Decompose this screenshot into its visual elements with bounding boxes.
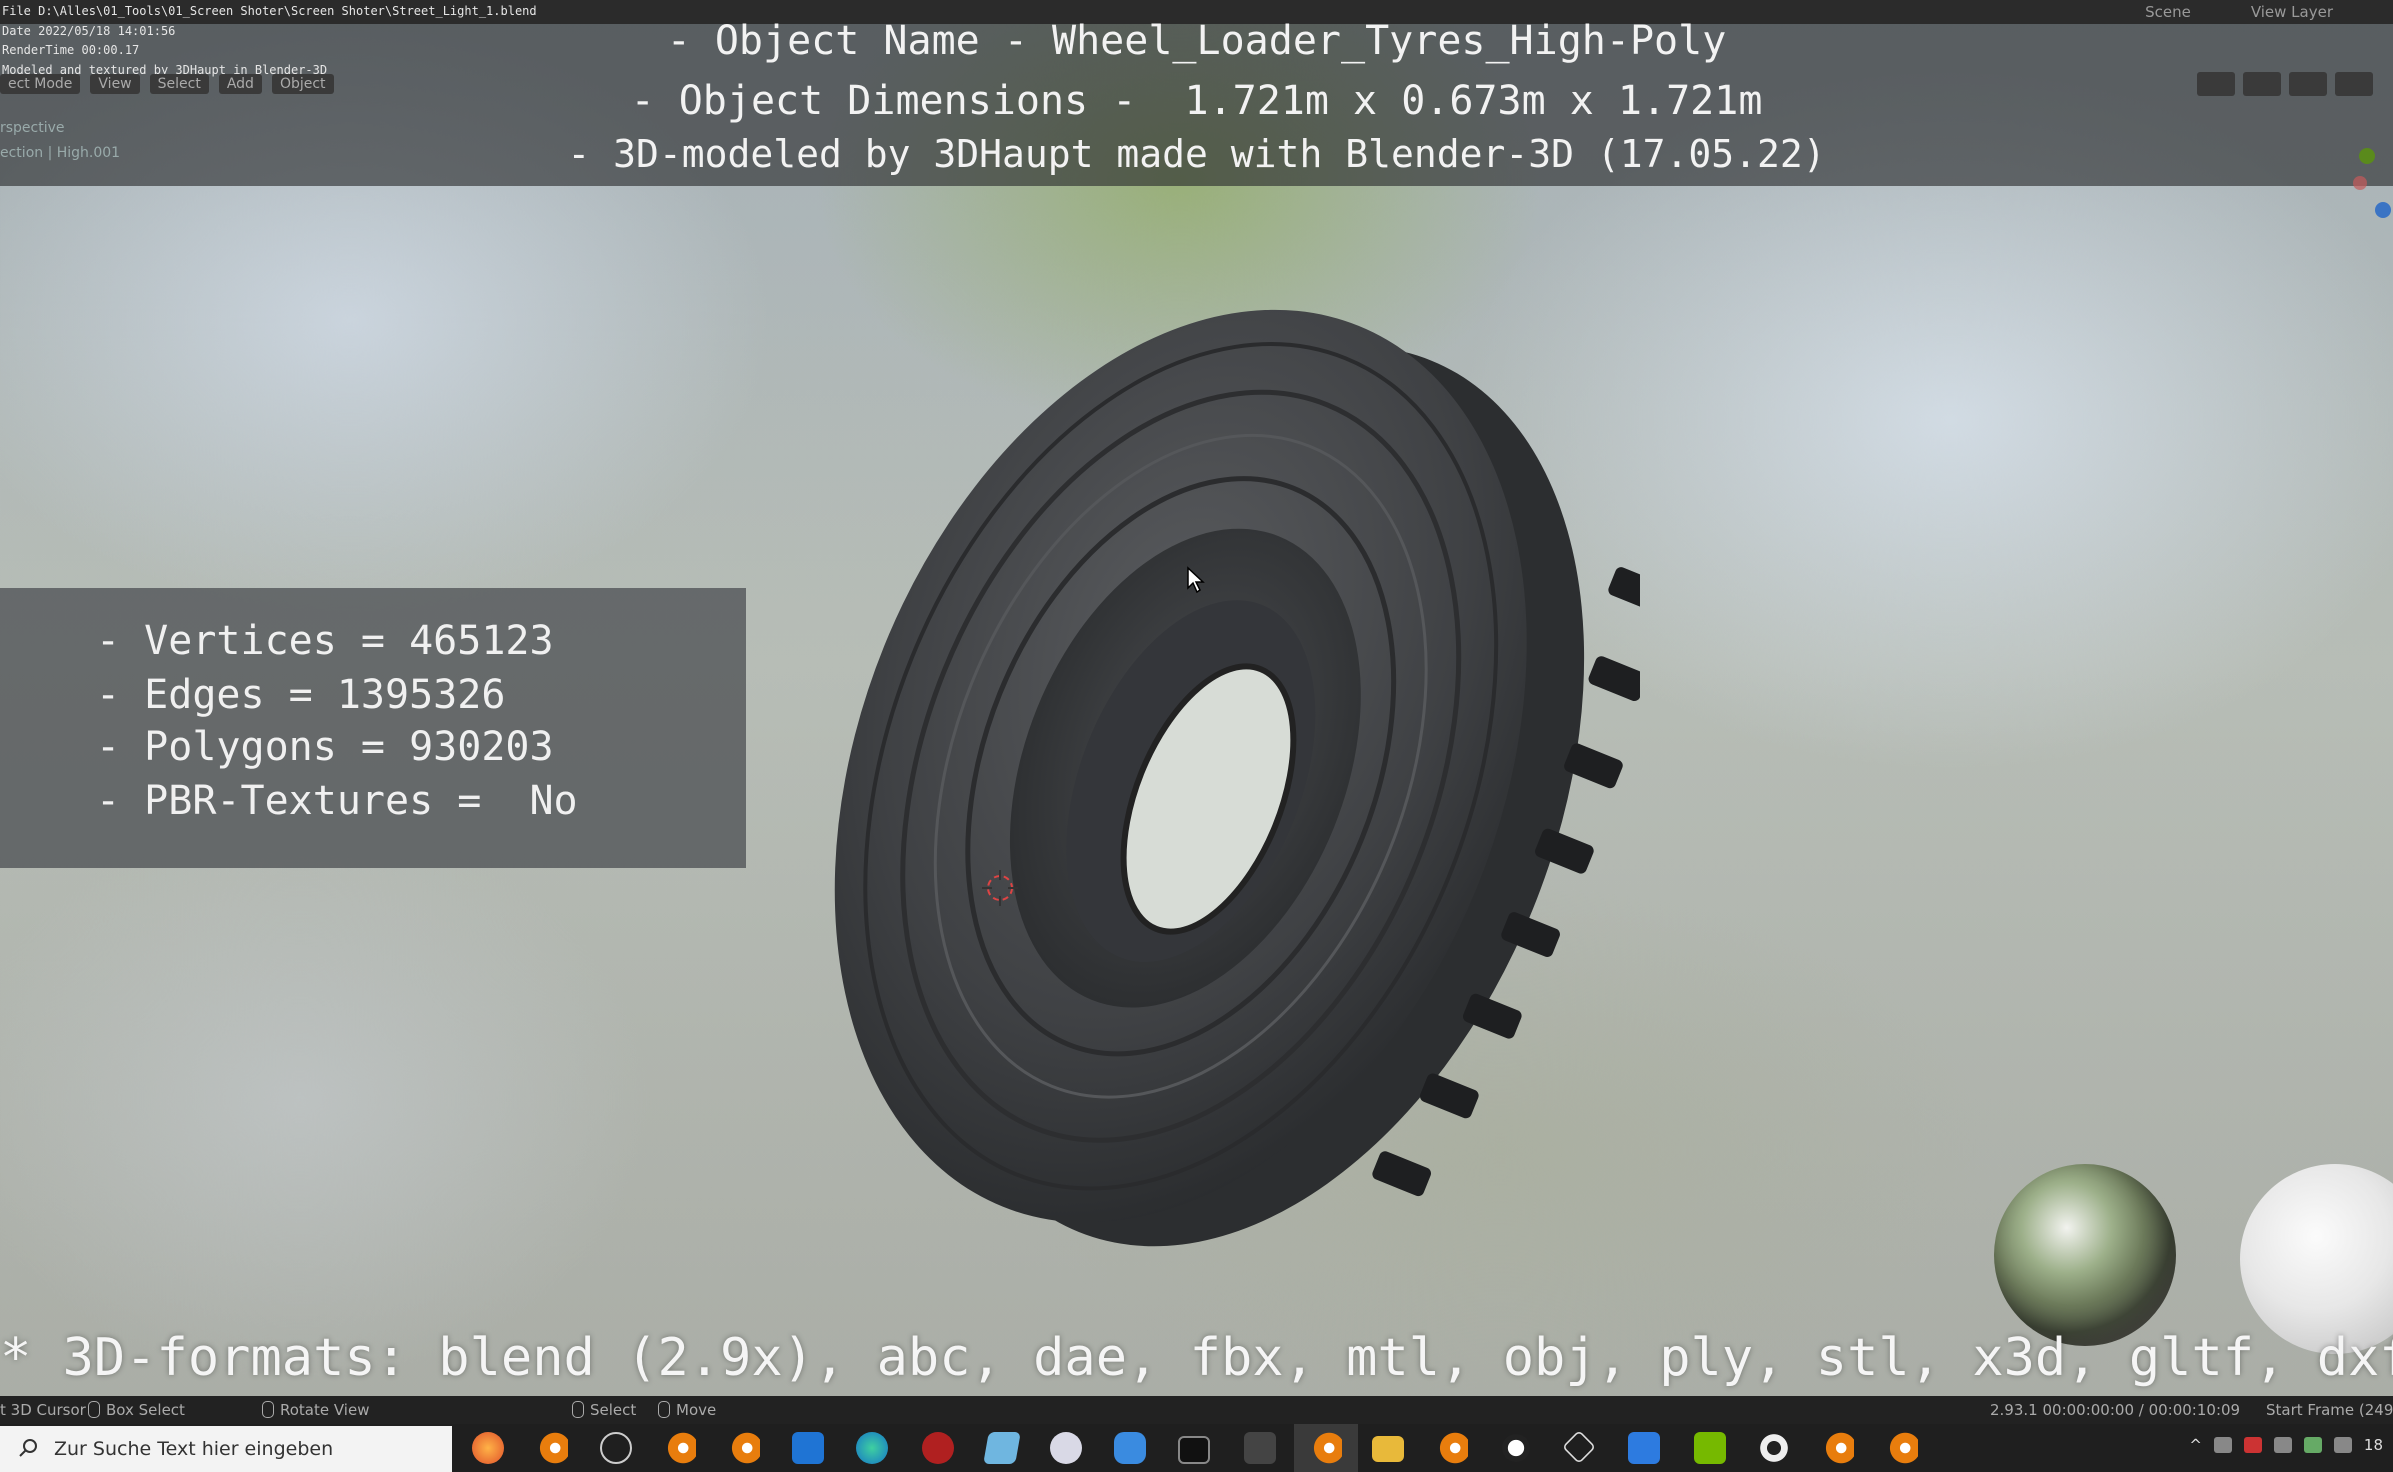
object-menu[interactable]: Object xyxy=(271,74,334,94)
system-tray: ^ 18 xyxy=(2189,1436,2383,1454)
navigation-gizmo[interactable] xyxy=(2353,140,2393,240)
app-tray-icon[interactable] xyxy=(2243,1437,2262,1453)
panda-icon[interactable] xyxy=(1500,1432,1532,1464)
status-rotate-view: Rotate View xyxy=(262,1401,369,1419)
file-info: File D:\Alles\01_Tools\01_Screen Shoter\… xyxy=(2,2,537,80)
tyre-render xyxy=(834,309,1640,1247)
blender-icon[interactable] xyxy=(1436,1432,1468,1464)
move-label: Move xyxy=(676,1401,717,1419)
app-icon[interactable] xyxy=(983,1432,1021,1464)
viewport-menu: ect Mode View Select Add Object xyxy=(0,74,334,94)
add-menu[interactable]: Add xyxy=(218,74,262,94)
app-icon[interactable] xyxy=(922,1432,954,1464)
firefox-icon[interactable] xyxy=(472,1432,504,1464)
file-path: File D:\Alles\01_Tools\01_Screen Shoter\… xyxy=(2,4,537,18)
view-menu[interactable]: View xyxy=(90,74,140,94)
blender-icon[interactable] xyxy=(1886,1432,1918,1464)
blender-icon[interactable] xyxy=(664,1432,696,1464)
status-version-time: 2.93.1 00:00:00:00 / 00:00:10:09 xyxy=(1990,1401,2241,1419)
mouse-icon xyxy=(262,1401,274,1418)
shading-toggle[interactable] xyxy=(2335,72,2373,96)
rotate-view-label: Rotate View xyxy=(280,1401,370,1419)
mouse-icon xyxy=(88,1401,100,1418)
nvidia-icon[interactable] xyxy=(1694,1432,1726,1464)
taskbar: Zur Suche Text hier eingeben ^ 18 xyxy=(0,1424,2393,1472)
cube-icon[interactable] xyxy=(1562,1430,1596,1464)
material-preview-sphere xyxy=(2240,1164,2393,1354)
status-cursor: t 3D Cursor xyxy=(0,1401,86,1419)
stat-vertices: - Vertices = 465123 xyxy=(96,618,554,664)
perspective-label: rspective xyxy=(0,120,65,136)
status-start-frame: Start Frame (249 le xyxy=(2266,1401,2393,1419)
mail-icon[interactable] xyxy=(792,1432,824,1464)
viewport-shading-buttons xyxy=(2197,72,2373,96)
status-move: Move xyxy=(658,1401,716,1419)
stat-pbr-textures: - PBR-Textures = No xyxy=(96,778,578,824)
clock[interactable]: 18 xyxy=(2364,1436,2383,1454)
object-dimensions-title: - Object Dimensions - 1.721m x 0.673m x … xyxy=(630,78,1763,124)
z-axis-icon[interactable] xyxy=(2375,202,2391,218)
steam-icon[interactable] xyxy=(600,1432,632,1464)
credit-title: - 3D-modeled by 3DHaupt made with Blende… xyxy=(567,132,1826,176)
shield-icon[interactable] xyxy=(2303,1437,2322,1453)
3d-cursor-icon xyxy=(982,870,1018,906)
overlay-toggle[interactable] xyxy=(2197,72,2235,96)
box-select-label: Box Select xyxy=(106,1401,185,1419)
app-icon[interactable] xyxy=(1758,1432,1790,1464)
gizmo-toggle[interactable] xyxy=(2243,72,2281,96)
blender-icon[interactable] xyxy=(728,1432,760,1464)
chevron-up-icon[interactable]: ^ xyxy=(2189,1436,2202,1454)
edge-icon[interactable] xyxy=(856,1432,888,1464)
y-axis-icon[interactable] xyxy=(2359,148,2375,164)
status-select: Select xyxy=(572,1401,636,1419)
mode-menu[interactable]: ect Mode xyxy=(0,74,81,94)
x-axis-icon[interactable] xyxy=(2353,176,2367,190)
stats-panel: - Vertices = 465123 - Edges = 1395326 - … xyxy=(0,588,746,868)
app-icon[interactable] xyxy=(1114,1432,1146,1464)
mouse-icon xyxy=(572,1401,584,1418)
calendar-icon[interactable] xyxy=(1628,1432,1660,1464)
taskbar-search[interactable]: Zur Suche Text hier eingeben xyxy=(0,1426,452,1472)
mouse-cursor-icon xyxy=(1187,566,1205,594)
select-label: Select xyxy=(590,1401,637,1419)
stat-polygons: - Polygons = 930203 xyxy=(96,724,554,770)
collection-label: ection | High.001 xyxy=(0,145,121,161)
battery-icon[interactable] xyxy=(2273,1437,2292,1453)
mouse-icon xyxy=(658,1401,670,1418)
terminal-icon[interactable] xyxy=(1178,1436,1210,1464)
status-bar: t 3D Cursor Box Select Rotate View Selec… xyxy=(0,1396,2393,1424)
app-icon[interactable] xyxy=(1244,1432,1276,1464)
blender-icon[interactable] xyxy=(1822,1432,1854,1464)
view-labels: rspective ection | High.001 xyxy=(0,116,120,166)
select-menu[interactable]: Select xyxy=(149,74,209,94)
folder-icon[interactable] xyxy=(1372,1436,1404,1462)
app-icon[interactable] xyxy=(1050,1432,1082,1464)
hdri-preview-sphere xyxy=(1994,1164,2176,1346)
stat-edges: - Edges = 1395326 xyxy=(96,672,506,718)
file-date: Date 2022/05/18 14:01:56 xyxy=(2,23,176,38)
search-icon xyxy=(19,1439,37,1457)
volume-icon[interactable] xyxy=(2333,1437,2352,1453)
search-placeholder: Zur Suche Text hier eingeben xyxy=(54,1438,334,1460)
formats-line: * 3D-formats: blend (2.9x), abc, dae, fb… xyxy=(0,1328,2393,1388)
render-time: RenderTime 00:00.17 xyxy=(2,43,140,57)
xray-toggle[interactable] xyxy=(2289,72,2327,96)
blender-icon[interactable] xyxy=(536,1432,568,1464)
blender-icon[interactable] xyxy=(1310,1432,1342,1464)
network-icon[interactable] xyxy=(2213,1437,2232,1453)
status-box-select: Box Select xyxy=(88,1401,185,1419)
